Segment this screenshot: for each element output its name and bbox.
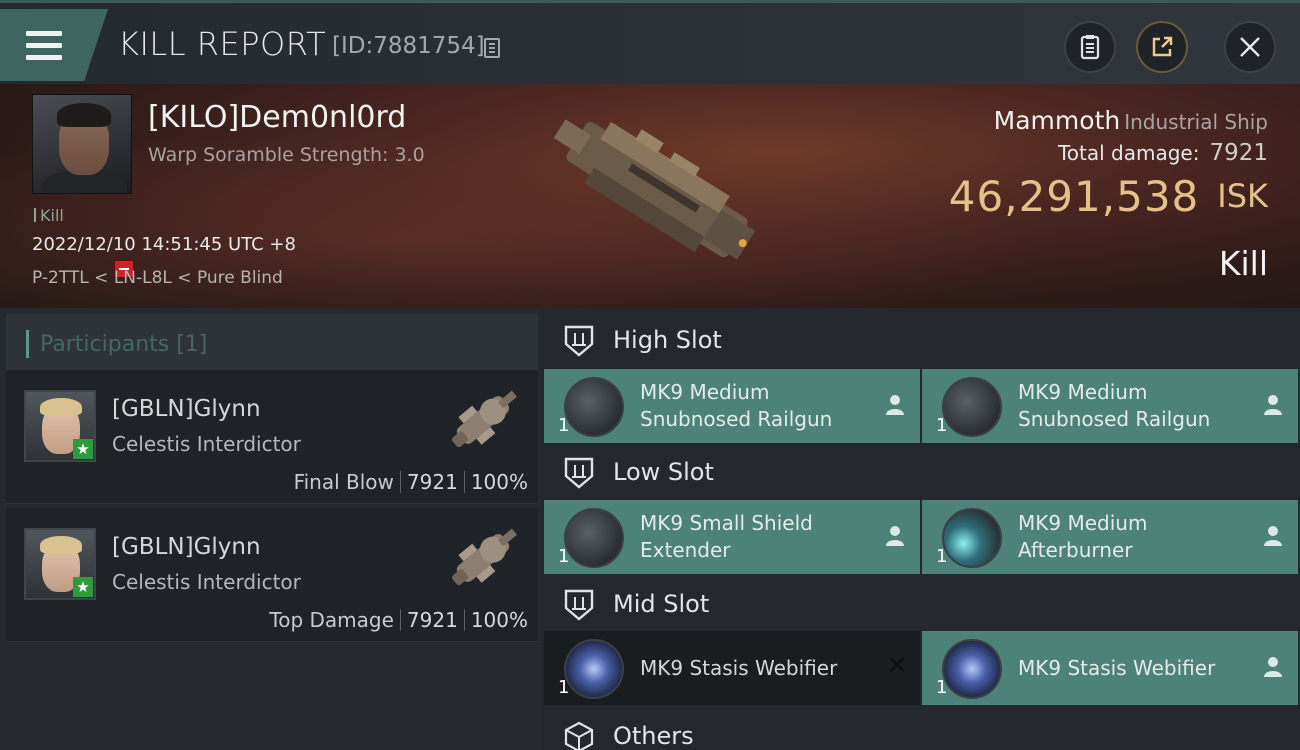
victim-ship[interactable]: Mammoth Industrial Ship bbox=[994, 106, 1268, 135]
report-id: [ID:7881754] bbox=[332, 33, 485, 59]
low-slot-label: Low Slot bbox=[613, 458, 714, 486]
stasis-webifier-icon bbox=[564, 639, 624, 699]
total-damage: Total damage: 7921 bbox=[1058, 140, 1268, 166]
total-damage-label: Total damage: bbox=[1057, 141, 1200, 165]
module-slot[interactable]: 1 MK9 Medium Snubnosed Railgun bbox=[922, 369, 1298, 443]
star-icon: ★ bbox=[73, 577, 93, 597]
person-icon bbox=[1264, 526, 1282, 546]
participant-row[interactable]: ★ [GBLN]Glynn Celestis Interdictor Top D… bbox=[6, 508, 538, 642]
participants-header: Participants [1] bbox=[6, 314, 538, 374]
module-slot[interactable]: 1 MK9 Stasis Webifier ✕ bbox=[544, 631, 920, 705]
participant-stats: Top Damage 7921 100% bbox=[269, 608, 528, 632]
module-quantity: 1 bbox=[936, 546, 948, 567]
close-icon bbox=[1240, 37, 1260, 57]
isk-value: 46,291,538 ISK bbox=[949, 172, 1268, 221]
participant-row[interactable]: ★ [GBLN]Glynn Celestis Interdictor Final… bbox=[6, 370, 538, 504]
person-icon bbox=[886, 526, 904, 546]
module-quantity: 1 bbox=[936, 415, 948, 436]
railgun-icon bbox=[942, 377, 1002, 437]
railgun-icon bbox=[564, 377, 624, 437]
kill-datetime: 2022/12/10 14:51:45 UTC +8 bbox=[32, 234, 296, 255]
participant-ship: Celestis Interdictor bbox=[112, 570, 301, 594]
afterburner-icon bbox=[942, 508, 1002, 568]
victim-portrait[interactable] bbox=[32, 94, 132, 194]
warp-scramble-strength: Warp Soramble Strength: 3.0 bbox=[148, 144, 425, 166]
participant-damage: 7921 bbox=[406, 470, 458, 494]
stasis-webifier-icon bbox=[942, 639, 1002, 699]
module-quantity: 1 bbox=[558, 546, 570, 567]
ship-illustration bbox=[553, 119, 756, 260]
others-header: Others bbox=[541, 704, 1300, 750]
participant-ship-icon bbox=[452, 390, 517, 448]
participant-name: [GBLN]Glynn bbox=[112, 396, 261, 422]
module-quantity: 1 bbox=[558, 415, 570, 436]
module-quantity: 1 bbox=[936, 677, 948, 698]
person-icon bbox=[886, 395, 904, 415]
module-slot[interactable]: 1 MK9 Medium Afterburner bbox=[922, 500, 1298, 574]
total-damage-value: 7921 bbox=[1209, 140, 1268, 166]
avatar[interactable]: ★ bbox=[24, 390, 96, 462]
low-slot-header: Low Slot bbox=[541, 440, 1300, 504]
page-title: KILL REPORT bbox=[118, 25, 327, 63]
module-slot[interactable]: 1 MK9 Stasis Webifier bbox=[922, 631, 1298, 705]
kill-location[interactable]: P-2TTL < LN-L8L < Pure Blind bbox=[32, 268, 283, 288]
share-button[interactable] bbox=[1136, 21, 1188, 73]
header-bar: KILL REPORT [ID:7881754] bbox=[0, 0, 1300, 84]
person-icon bbox=[1264, 657, 1282, 677]
avatar[interactable]: ★ bbox=[24, 528, 96, 600]
module-slot[interactable]: 1 MK9 Medium Snubnosed Railgun bbox=[544, 369, 920, 443]
star-icon: ★ bbox=[73, 439, 93, 459]
participant-damage: 7921 bbox=[406, 608, 458, 632]
kill-summary-banner: [KILO]Dem0nl0rd Warp Soramble Strength: … bbox=[0, 84, 1300, 308]
module-name: MK9 Medium Snubnosed Railgun bbox=[1018, 380, 1211, 431]
participant-role: Final Blow bbox=[293, 470, 394, 494]
high-slot-header: High Slot bbox=[541, 308, 1300, 372]
mid-slot-header: Mid Slot bbox=[541, 572, 1300, 636]
slot-shield-icon bbox=[564, 589, 594, 621]
copy-id-icon[interactable] bbox=[484, 38, 500, 58]
participant-ship-icon bbox=[452, 528, 517, 586]
module-quantity: 1 bbox=[558, 677, 570, 698]
kill-result: Kill bbox=[1218, 244, 1268, 283]
module-slot[interactable]: 1 MK9 Small Shield Extender bbox=[544, 500, 920, 574]
participant-name: [GBLN]Glynn bbox=[112, 534, 261, 560]
module-name: MK9 Stasis Webifier bbox=[1018, 656, 1216, 680]
participant-role: Top Damage bbox=[269, 608, 394, 632]
destroyed-x-icon: ✕ bbox=[886, 651, 908, 681]
isk-label: ISK bbox=[1217, 177, 1268, 215]
fitting-panel: High Slot 1 MK9 Medium Snubnosed Railgun… bbox=[541, 308, 1300, 750]
module-name: MK9 Small Shield Extender bbox=[640, 511, 813, 562]
kill-tag: Kill bbox=[34, 206, 64, 225]
menu-button[interactable] bbox=[0, 9, 108, 81]
clipboard-button[interactable] bbox=[1064, 21, 1116, 73]
person-icon bbox=[1264, 395, 1282, 415]
slot-shield-icon bbox=[564, 457, 594, 489]
menu-icon bbox=[26, 31, 62, 61]
ship-class: Industrial Ship bbox=[1124, 110, 1268, 134]
module-name: MK9 Stasis Webifier bbox=[640, 656, 838, 680]
cube-icon bbox=[564, 721, 594, 750]
participants-panel: Participants [1] ★ [GBLN]Glynn Celestis … bbox=[0, 308, 541, 750]
participant-ship: Celestis Interdictor bbox=[112, 432, 301, 456]
victim-name[interactable]: [KILO]Dem0nl0rd bbox=[148, 100, 406, 135]
module-name: MK9 Medium Snubnosed Railgun bbox=[640, 380, 833, 431]
clipboard-icon bbox=[1080, 35, 1100, 60]
slot-shield-icon bbox=[564, 325, 594, 357]
isk-amount: 46,291,538 bbox=[948, 172, 1200, 221]
participants-title: Participants [1] bbox=[40, 332, 208, 357]
module-name: MK9 Medium Afterburner bbox=[1018, 511, 1148, 562]
share-icon bbox=[1152, 36, 1173, 57]
others-label: Others bbox=[613, 722, 694, 750]
participant-percent: 100% bbox=[470, 470, 528, 494]
shield-extender-icon bbox=[564, 508, 624, 568]
mid-slot-label: Mid Slot bbox=[613, 590, 710, 618]
ship-name: Mammoth bbox=[993, 106, 1121, 135]
participant-stats: Final Blow 7921 100% bbox=[294, 470, 528, 494]
close-button[interactable] bbox=[1224, 21, 1276, 73]
high-slot-label: High Slot bbox=[613, 326, 722, 354]
participant-percent: 100% bbox=[470, 608, 528, 632]
